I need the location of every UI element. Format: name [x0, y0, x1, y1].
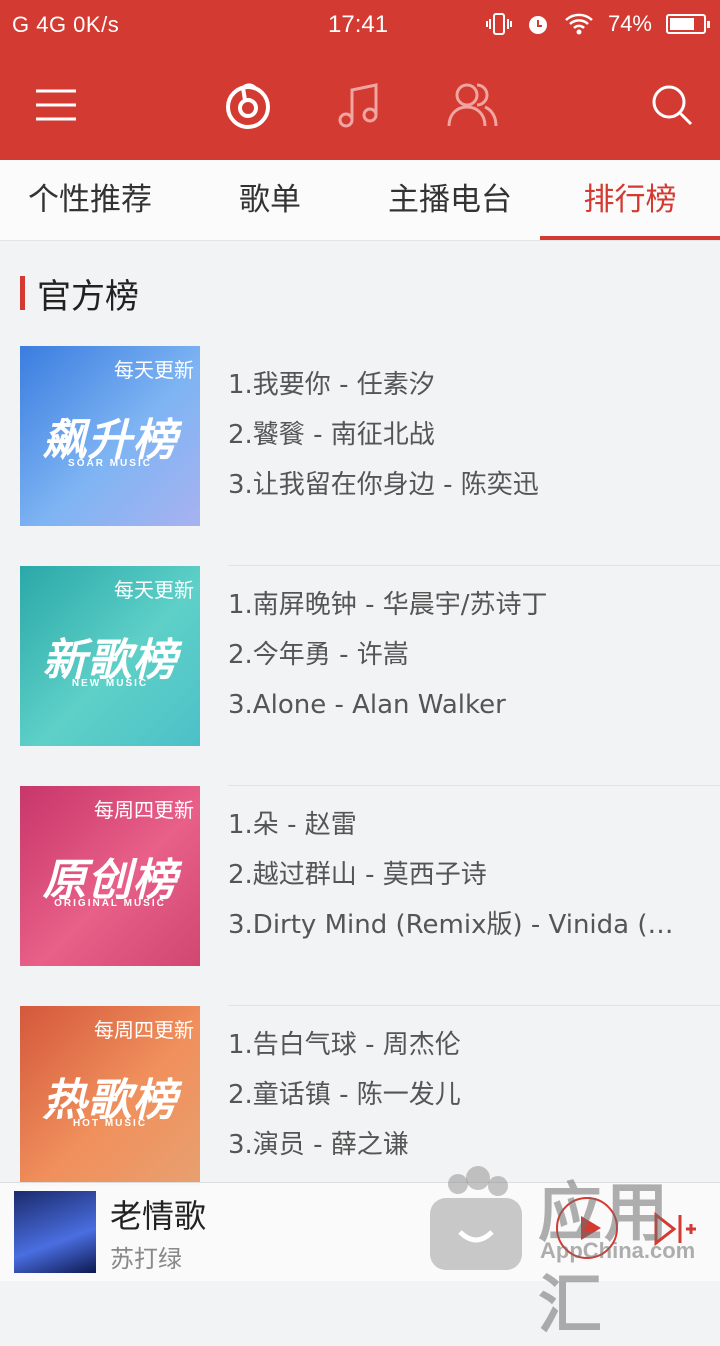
- wifi-icon: [565, 13, 593, 35]
- song-item: 1.朵 - 赵雷: [228, 810, 357, 840]
- song-item: 2.越过群山 - 莫西子诗: [228, 860, 487, 890]
- network-status: G 4G 0K/s: [12, 12, 120, 37]
- clock: 17:41: [328, 11, 389, 38]
- tab-playlists[interactable]: 歌单: [180, 160, 360, 240]
- play-button[interactable]: [556, 1197, 618, 1259]
- playlist-icon[interactable]: [652, 1207, 696, 1251]
- battery-fill: [670, 18, 694, 30]
- menu-icon[interactable]: [26, 75, 86, 135]
- chart-row-original[interactable]: 每周四更新 原创榜 ORIGINAL MUSIC 1.朵 - 赵雷 2.越过群山…: [0, 786, 720, 1006]
- song-list: 1.我要你 - 任素汐 2.饕餮 - 南征北战 3.让我留在你身边 - 陈奕迅: [228, 360, 698, 510]
- song-list: 1.朵 - 赵雷 2.越过群山 - 莫西子诗 3.Dirty Mind (Rem…: [228, 800, 698, 950]
- update-frequency: 每天更新: [114, 578, 194, 602]
- battery-percent: 74%: [607, 11, 652, 36]
- chart-subtitle: NEW MUSIC: [71, 678, 149, 689]
- song-item: 1.南屏晚钟 - 华晨宇/苏诗丁: [228, 590, 548, 620]
- song-item: 3.Alone - Alan Walker: [228, 690, 506, 720]
- album-thumbnail[interactable]: [14, 1191, 96, 1273]
- chart-subtitle: SOAR MUSIC: [68, 458, 152, 469]
- search-icon[interactable]: [642, 75, 702, 135]
- status-bar: G 4G 0K/s 17:41 74%: [0, 0, 720, 50]
- update-frequency: 每天更新: [114, 358, 194, 382]
- song-item: 2.饕餮 - 南征北战: [228, 420, 435, 450]
- vibrate-icon: [485, 13, 512, 35]
- song-item: 3.让我留在你身边 - 陈奕迅: [228, 470, 539, 500]
- tab-radio[interactable]: 主播电台: [360, 160, 540, 240]
- song-item: 3.Dirty Mind (Remix版) - Vinida (…: [228, 910, 674, 940]
- song-item: 2.童话镇 - 陈一发儿: [228, 1080, 461, 1110]
- tab-bar: 个性推荐 歌单 主播电台 排行榜: [0, 160, 720, 241]
- friends-icon[interactable]: [442, 75, 502, 135]
- chart-row-soar[interactable]: 每天更新 飙升榜 SOAR MUSIC 1.我要你 - 任素汐 2.饕餮 - 南…: [0, 346, 720, 566]
- section-title-text: 官方榜: [37, 276, 139, 317]
- chart-cover[interactable]: 每天更新 新歌榜 NEW MUSIC: [20, 566, 200, 746]
- update-frequency: 每周四更新: [94, 798, 194, 822]
- tab-charts[interactable]: 排行榜: [540, 160, 720, 240]
- chart-subtitle: HOT MUSIC: [72, 1118, 148, 1129]
- now-playing-artist: 苏打绿: [110, 1245, 182, 1273]
- song-list: 1.南屏晚钟 - 华晨宇/苏诗丁 2.今年勇 - 许嵩 3.Alone - Al…: [228, 580, 698, 730]
- app-bar: [0, 50, 720, 160]
- alarm-icon: [528, 16, 547, 34]
- chart-cover[interactable]: 每天更新 飙升榜 SOAR MUSIC: [20, 346, 200, 526]
- song-item: 2.今年勇 - 许嵩: [228, 640, 409, 670]
- battery-icon: [666, 14, 710, 34]
- chart-row-new[interactable]: 每天更新 新歌榜 NEW MUSIC 1.南屏晚钟 - 华晨宇/苏诗丁 2.今年…: [0, 566, 720, 786]
- netease-music-icon[interactable]: [218, 75, 278, 135]
- song-item: 1.我要你 - 任素汐: [228, 370, 435, 400]
- now-playing-title: 老情歌: [110, 1197, 207, 1235]
- chart-cover[interactable]: 每周四更新 原创榜 ORIGINAL MUSIC: [20, 786, 200, 966]
- song-item: 3.演员 - 薛之谦: [228, 1130, 409, 1160]
- music-note-icon[interactable]: [330, 75, 390, 135]
- update-frequency: 每周四更新: [94, 1018, 194, 1042]
- section-title-bar: [20, 276, 25, 310]
- tab-recommend[interactable]: 个性推荐: [0, 160, 180, 240]
- section-title: 官方榜: [20, 272, 139, 317]
- mini-player[interactable]: 老情歌 苏打绿: [0, 1182, 720, 1281]
- song-list: 1.告白气球 - 周杰伦 2.童话镇 - 陈一发儿 3.演员 - 薛之谦: [228, 1020, 698, 1170]
- active-tab-indicator: [540, 236, 720, 240]
- chart-subtitle: ORIGINAL MUSIC: [54, 898, 166, 909]
- chart-cover[interactable]: 每周四更新 热歌榜 HOT MUSIC: [20, 1006, 200, 1186]
- song-item: 1.告白气球 - 周杰伦: [228, 1030, 461, 1060]
